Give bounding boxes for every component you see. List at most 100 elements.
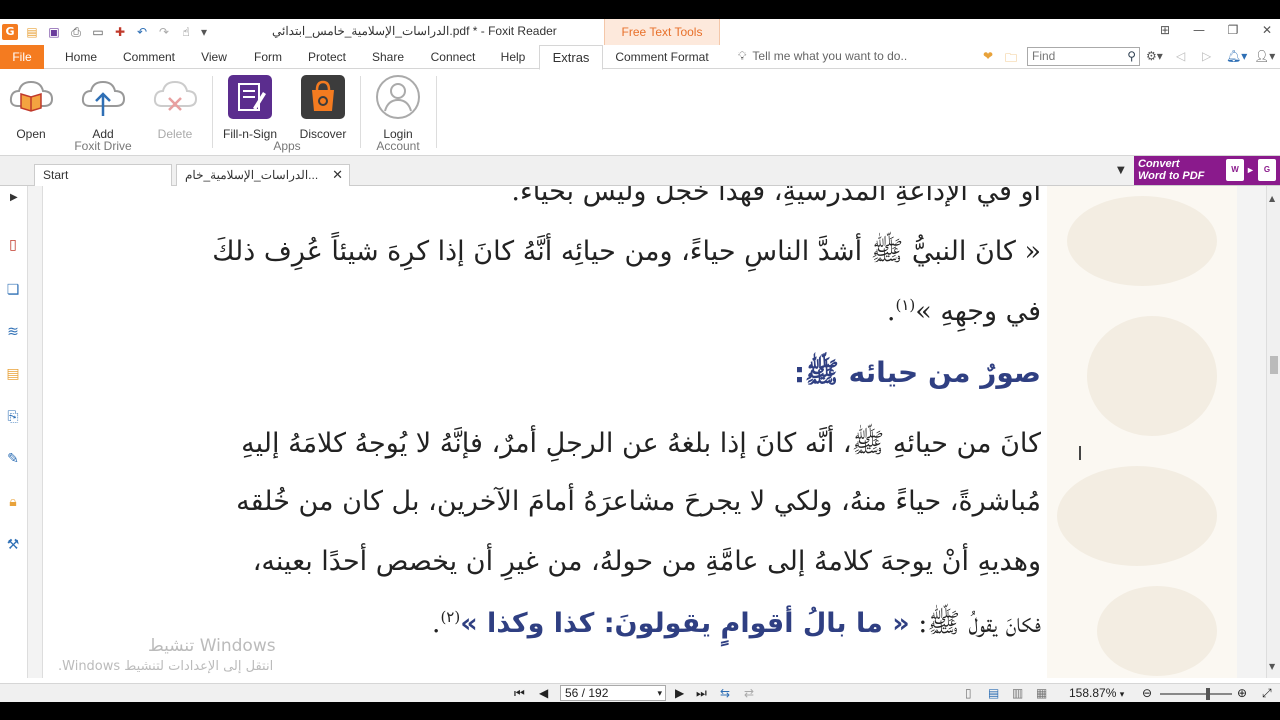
- settings-gear-icon[interactable]: ⚙▾: [1146, 49, 1163, 63]
- previous-view-icon[interactable]: ⇆: [720, 686, 730, 700]
- tab-start[interactable]: Start: [34, 164, 172, 186]
- tab-document[interactable]: الدراسات_الإسلامية_خام... ✕: [176, 164, 350, 186]
- restore-icon[interactable]: ❐: [1216, 23, 1250, 37]
- previous-page-icon[interactable]: ◀: [539, 686, 548, 700]
- security-tool-icon[interactable]: ⚒: [2, 534, 24, 556]
- windows-activation-hint: انتقل إلى الإعدادات لتنشيط Windows.: [58, 659, 274, 674]
- text-cursor: [1079, 446, 1089, 460]
- text-line: او في الإذاعةِ المدرسيةِ، فهذا خجل وليس …: [511, 186, 1041, 207]
- contextual-tab-free-text-tools[interactable]: Free Text Tools: [604, 19, 720, 45]
- tab-home[interactable]: Home: [58, 45, 104, 69]
- zoom-value: 158.87%: [1069, 686, 1117, 700]
- find-input[interactable]: Find ⚲: [1027, 47, 1140, 66]
- save-icon[interactable]: ▣: [46, 24, 62, 40]
- forward-arrow-icon[interactable]: ▷: [1202, 49, 1211, 63]
- bookmark-icon[interactable]: ▯: [2, 234, 24, 256]
- scroll-down-icon[interactable]: ▼: [1269, 662, 1275, 671]
- hadith-quote: « ما بالُ أقوامٍ يقولونَ: كذا وكذا »: [460, 608, 910, 639]
- quick-access-toolbar: G ▤ ▣ ⎙ ▭ ✚ ↶ ↷ ☝ ▾: [2, 23, 214, 41]
- footnote-ref: (١): [895, 296, 916, 314]
- page-number-input[interactable]: 56 / 192 ▾: [560, 685, 666, 701]
- first-page-icon[interactable]: ⏮: [514, 686, 525, 701]
- lightbulb-icon: 💡︎: [738, 49, 747, 63]
- continuous-facing-view-icon[interactable]: ▦: [1036, 686, 1047, 700]
- scroll-up-icon[interactable]: ▲: [1269, 194, 1275, 203]
- zoom-out-icon[interactable]: ⊖: [1142, 686, 1152, 700]
- next-page-icon[interactable]: ▶: [675, 686, 684, 700]
- pages-icon[interactable]: ❏: [2, 279, 24, 301]
- open-icon[interactable]: ▤: [24, 24, 40, 40]
- page-dropdown-icon[interactable]: ▾: [657, 686, 662, 700]
- open-button[interactable]: Open: [1, 74, 61, 141]
- tab-comment-format[interactable]: Comment Format: [610, 45, 714, 69]
- tab-list-dropdown-icon[interactable]: ▼: [1117, 165, 1125, 176]
- tab-document-label: الدراسات_الإسلامية_خام...: [185, 168, 319, 182]
- expand-panel-icon[interactable]: ▶: [10, 192, 18, 203]
- heart-icon[interactable]: ❤: [983, 49, 993, 63]
- user-circle-icon: [376, 75, 420, 119]
- window-controls: ⊞ — ❐ ✕: [1148, 23, 1280, 37]
- text-line: في وجهِهِ »(١).: [887, 296, 1041, 327]
- facing-view-icon[interactable]: ▥: [1012, 686, 1023, 700]
- minimize-icon[interactable]: —: [1182, 23, 1216, 37]
- attachment-icon[interactable]: ⎘: [2, 406, 24, 428]
- document-viewport[interactable]: او في الإذاعةِ المدرسيةِ، فهذا خجل وليس …: [28, 186, 1266, 678]
- tab-connect[interactable]: Connect: [424, 45, 482, 69]
- tab-share[interactable]: Share: [366, 45, 410, 69]
- ribbon-display-icon[interactable]: ⊞: [1148, 23, 1182, 37]
- last-page-icon[interactable]: ⏭: [696, 686, 707, 701]
- foxit-reader-window: G ▤ ▣ ⎙ ▭ ✚ ↶ ↷ ☝ ▾ الدراسات_الإسلامية_خ…: [0, 19, 1280, 702]
- continuous-view-icon[interactable]: ▤: [988, 686, 999, 700]
- search-icon[interactable]: ⚲: [1127, 48, 1136, 65]
- user-icon[interactable]: 👤︎▾: [1254, 49, 1275, 63]
- tab-protect[interactable]: Protect: [302, 45, 352, 69]
- redo-icon[interactable]: ↷: [156, 24, 172, 40]
- cloud-upload-icon: [81, 80, 126, 116]
- tab-file[interactable]: File: [0, 45, 44, 69]
- zoom-in-icon[interactable]: ⊕: [1237, 686, 1247, 700]
- new-window-icon[interactable]: ▭: [90, 24, 106, 40]
- hand-icon[interactable]: ☝: [178, 24, 194, 40]
- tab-view[interactable]: View: [194, 45, 234, 69]
- convert-word-to-pdf-ad[interactable]: Convert Word to PDF W ► G: [1134, 156, 1280, 185]
- back-arrow-icon[interactable]: ◁: [1176, 49, 1185, 63]
- print-icon[interactable]: ⎙: [68, 24, 84, 40]
- signature-icon[interactable]: ✎: [2, 448, 24, 470]
- next-view-icon[interactable]: ⇄: [744, 686, 754, 700]
- undo-icon[interactable]: ↶: [134, 24, 150, 40]
- discover-button[interactable]: Discover: [293, 74, 353, 141]
- quote-text: في وجهِهِ »: [915, 296, 1041, 327]
- tell-me-box[interactable]: 💡︎ Tell me what you want to do..: [738, 49, 907, 64]
- tab-help[interactable]: Help: [494, 45, 532, 69]
- zoom-level[interactable]: 158.87% ▾: [1069, 686, 1124, 700]
- zoom-dropdown-icon[interactable]: ▾: [1120, 689, 1125, 699]
- zoom-slider-knob[interactable]: [1206, 688, 1210, 700]
- navigation-panel: ▶ ▯ ❏ ≋ ▤ ⎘ ✎ 🔒︎ ⚒: [0, 186, 28, 678]
- tab-form[interactable]: Form: [248, 45, 288, 69]
- fullscreen-icon[interactable]: ⤢: [1262, 686, 1272, 701]
- customize-dropdown-icon[interactable]: ▾: [200, 24, 208, 40]
- folder-search-icon[interactable]: 🗀: [1005, 49, 1017, 70]
- tab-extras[interactable]: Extras: [539, 45, 603, 70]
- bell-icon[interactable]: 🔔︎▾: [1226, 49, 1247, 63]
- single-page-view-icon[interactable]: ▯: [965, 686, 972, 700]
- arrow-icon: ►: [1246, 165, 1255, 175]
- foxit-logo-icon[interactable]: G: [2, 24, 18, 40]
- close-tab-icon[interactable]: ✕: [332, 165, 343, 185]
- comments-icon[interactable]: ▤: [2, 363, 24, 385]
- lock-icon[interactable]: 🔒︎: [2, 491, 24, 513]
- login-button[interactable]: Login: [368, 74, 428, 141]
- text-line: كانَ من حيائهِ ﷺ، أنَّه كانَ إذا بلغهُ ع…: [241, 428, 1041, 459]
- vertical-scrollbar[interactable]: ▲ ▼: [1266, 186, 1280, 678]
- tab-comment[interactable]: Comment: [118, 45, 180, 69]
- zoom-slider[interactable]: [1160, 688, 1232, 700]
- lead-text: فكانَ يقولُ ﷺ:: [909, 608, 1041, 639]
- add-button[interactable]: Add: [73, 74, 133, 141]
- layers-icon[interactable]: ≋: [2, 321, 24, 343]
- delete-button[interactable]: Delete: [145, 74, 205, 141]
- scroll-thumb[interactable]: [1270, 356, 1278, 374]
- new-icon[interactable]: ✚: [112, 24, 128, 40]
- fill-n-sign-button[interactable]: Fill-n-Sign: [220, 74, 280, 141]
- close-icon[interactable]: ✕: [1250, 23, 1280, 37]
- group-label-account: Account: [376, 139, 420, 153]
